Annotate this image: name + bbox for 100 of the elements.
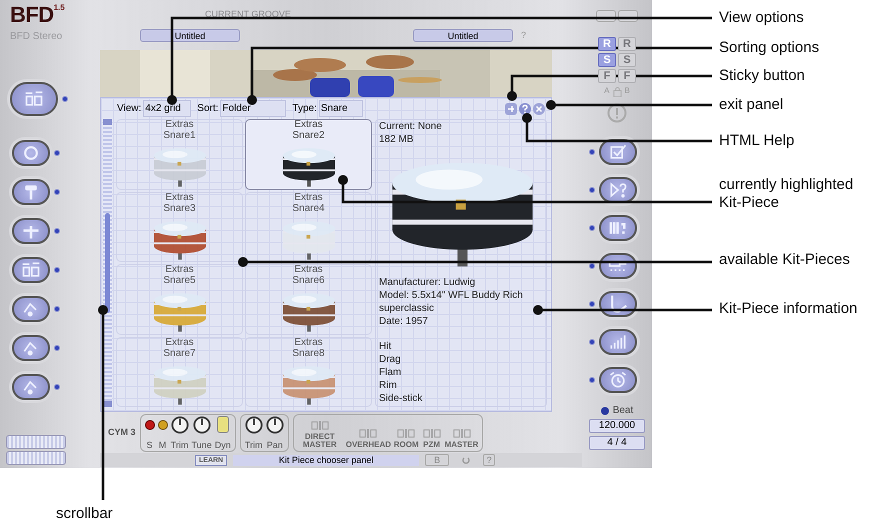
piece-name: Snare6 [292, 275, 325, 286]
folder-name: Extras [165, 265, 194, 275]
lock-a-label: A [604, 85, 610, 97]
type-label: Type: [292, 102, 317, 116]
alert-icon[interactable] [607, 103, 627, 123]
ring-icon [21, 143, 41, 163]
kit-piece-tile[interactable]: Extras Snare8 [245, 336, 372, 407]
beat-label: Beat [612, 404, 634, 418]
beat-light [600, 406, 609, 414]
callout-label: Kit-Piece information [719, 300, 858, 318]
folder-name: Extras [294, 120, 323, 130]
round-button[interactable] [599, 177, 637, 203]
folder-name: Extras [294, 338, 323, 348]
callout-label: scrollbar [56, 505, 113, 523]
kit-piece-tile[interactable]: Extras Snare1 [116, 119, 243, 190]
knob[interactable] [244, 416, 263, 434]
control-label: S [146, 440, 153, 450]
control-label: Trim [244, 440, 263, 450]
size-label: 182 MB [379, 133, 414, 146]
time-signature-field[interactable]: 4 / 4 [589, 436, 645, 450]
piece-name: Snare8 [292, 348, 325, 358]
folder-name: Extras [165, 338, 194, 348]
knob[interactable] [266, 416, 284, 434]
kit-piece-tile[interactable]: Extras Snare2 [245, 119, 372, 190]
piece-name: Snare5 [163, 275, 196, 286]
indicator-light [54, 306, 60, 312]
articulation-label: Drag [379, 353, 402, 366]
groove-label: CURRENT GROOVE [205, 10, 292, 19]
sort-dropdown[interactable]: Folder [220, 100, 286, 117]
kit-piece-tile[interactable]: Extras Snare6 [245, 264, 372, 334]
callout-label: HTML Help [719, 132, 796, 150]
round-button[interactable] [10, 82, 58, 116]
callout-label: exit panel [719, 96, 784, 114]
mic-label: OVERHEAD [346, 440, 390, 448]
indicator-light [62, 96, 68, 102]
folder-name: Extras [294, 192, 323, 202]
piece-name: Snare1 [163, 130, 196, 141]
scroll-thumb[interactable] [105, 213, 110, 313]
piece-name: Snare4 [292, 202, 325, 214]
view-label: View: [117, 102, 142, 116]
round-button[interactable] [12, 296, 50, 322]
indicator-light [589, 377, 595, 383]
play-help-icon [608, 180, 628, 200]
indicator-light [589, 225, 595, 231]
articulation-label: Flam [379, 366, 402, 379]
articulation-label: Side-stick [379, 392, 424, 405]
scrollbar[interactable] [103, 119, 112, 407]
channel-label: CYM 3 [108, 426, 136, 439]
tempo-field[interactable]: 120.000 [589, 419, 645, 433]
round-button[interactable] [12, 335, 50, 361]
folder-name: Extras [165, 192, 194, 202]
indicator-light [54, 150, 60, 156]
callout-label: available Kit-Pieces [719, 251, 851, 269]
round-button[interactable] [12, 257, 50, 283]
knob[interactable] [192, 416, 211, 434]
round-button[interactable] [12, 179, 50, 205]
groove-field[interactable]: Untitled [140, 29, 240, 42]
callout-label: Sorting options [719, 39, 820, 57]
toggle-switch[interactable] [216, 416, 229, 432]
piece-name: Snare3 [163, 202, 196, 214]
callout-label: View options [719, 9, 805, 27]
view-dropdown[interactable]: 4x2 grid [143, 100, 192, 117]
alarm-clock-icon [608, 370, 628, 390]
knob[interactable] [170, 416, 189, 434]
indicator-light [54, 228, 60, 234]
kit-piece-tile[interactable]: Extras Snare5 [116, 264, 243, 334]
kit-piece-tile[interactable]: Extras Snare3 [116, 192, 243, 262]
fader-icon [452, 428, 470, 438]
type-dropdown[interactable]: Snare [318, 100, 363, 117]
indicator-light [589, 187, 595, 193]
round-button[interactable] [599, 215, 637, 241]
indicator-light [54, 189, 60, 195]
callout-label: currently highlighted Kit-Piece [719, 176, 854, 212]
control-label: Tune [192, 440, 212, 450]
current-piece: Current: None [379, 120, 443, 133]
folder-name: Extras [165, 120, 194, 130]
kit-piece-tile[interactable]: Extras Snare4 [245, 192, 372, 262]
mute-button[interactable] [158, 420, 168, 430]
indicator-light [54, 345, 60, 351]
logo: BFD [10, 4, 54, 26]
mic-label: ROOM [394, 440, 419, 448]
level-bar [6, 435, 66, 449]
control-label: M [158, 440, 166, 450]
round-button[interactable] [599, 367, 637, 393]
round-button[interactable] [599, 329, 637, 355]
round-button[interactable] [12, 218, 50, 244]
indicator-light [589, 339, 595, 345]
control-label: Pan [266, 440, 283, 450]
groove-field[interactable]: Untitled [413, 29, 513, 42]
indicator-light [589, 301, 595, 307]
round-button[interactable] [12, 374, 50, 400]
indicator-light [54, 267, 60, 273]
articulation-label: Hit [379, 340, 392, 353]
help-icon[interactable] [519, 102, 531, 114]
kit-piece-tile[interactable]: Extras Snare7 [116, 336, 243, 407]
indicator-light [54, 384, 60, 390]
fader-icon [358, 428, 377, 438]
mic-label: DIRECT MASTER [302, 432, 338, 448]
solo-button[interactable] [144, 420, 155, 430]
round-button[interactable] [12, 140, 50, 166]
